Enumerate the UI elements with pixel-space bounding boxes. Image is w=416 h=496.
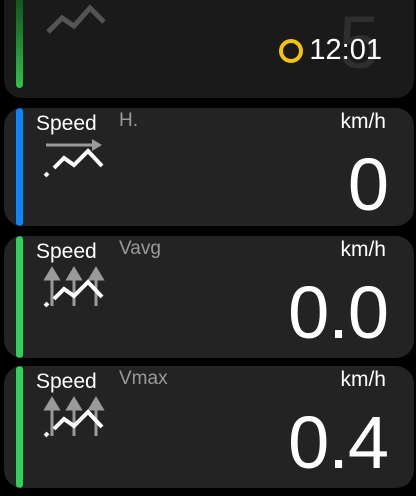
card-subtitle: Vmax	[119, 368, 168, 389]
speed-horizontal-card[interactable]: Speed H. km/h 0	[4, 108, 414, 226]
card-title: Speed	[36, 240, 97, 263]
card-value: 0.4	[288, 401, 389, 484]
accent-bar	[16, 108, 23, 226]
activity-ring-icon	[279, 38, 304, 63]
speed-horizontal-icon	[43, 139, 104, 178]
accent-bar	[16, 0, 23, 88]
accent-bar	[16, 366, 23, 488]
card-title: Speed	[36, 112, 97, 135]
card-title: Speed	[36, 370, 97, 393]
clock: 12:01	[279, 34, 382, 67]
card-subtitle: Vavg	[119, 238, 161, 259]
faded-metric-icon	[46, 4, 106, 34]
card-value: 0	[347, 143, 389, 226]
card-value: 0.0	[288, 271, 389, 354]
card-subtitle: H.	[119, 110, 138, 131]
top-metric-card[interactable]: 5 12:01	[4, 0, 414, 98]
speed-vertical-max-icon	[43, 396, 105, 438]
speed-vavg-card[interactable]: Speed Vavg km/h 0.0	[4, 236, 414, 358]
card-unit: km/h	[340, 368, 386, 391]
accent-bar	[16, 236, 23, 358]
clock-time: 12:01	[309, 34, 382, 66]
card-unit: km/h	[340, 238, 386, 261]
speed-vertical-avg-icon	[43, 266, 105, 308]
card-unit: km/h	[340, 110, 386, 133]
speed-vmax-card[interactable]: Speed Vmax km/h 0.4	[4, 366, 414, 488]
